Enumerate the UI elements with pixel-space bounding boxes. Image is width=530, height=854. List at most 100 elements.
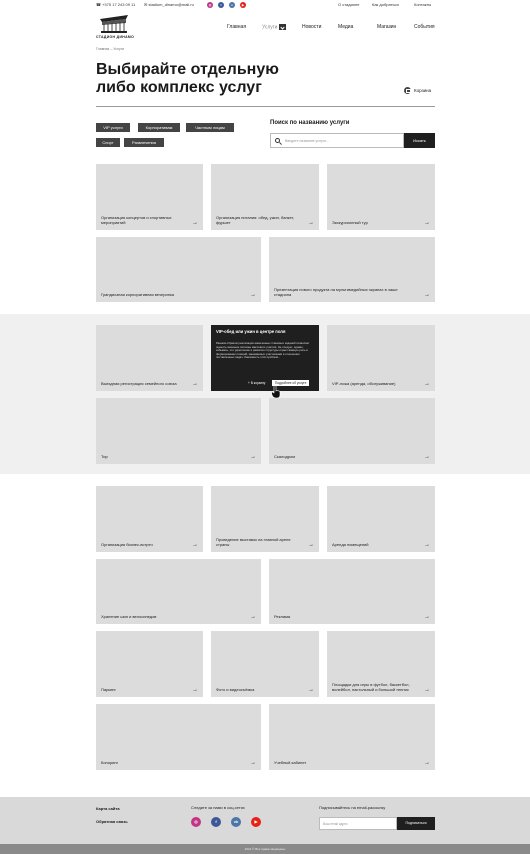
service-card[interactable]: Копоринг → (96, 704, 261, 770)
email-field[interactable]: Ваш email адрес (319, 817, 397, 830)
arrow-right-icon: → (250, 760, 256, 766)
vk-icon[interactable]: v (229, 2, 235, 8)
nav-services[interactable]: Услуги (262, 24, 287, 30)
arrow-right-icon: → (424, 220, 430, 226)
vk-icon[interactable]: vk (231, 817, 241, 827)
service-card-label: VIP-ложа (аренда, обслуживание) (332, 381, 396, 386)
footer-social-title: Следите за нами в соц.сетях (191, 805, 245, 810)
service-card-label: Презентация нового продукта на мультимед… (274, 287, 398, 297)
email-link[interactable]: ✉ stadium_dinamo@mail.ru (144, 2, 194, 7)
filter-vip[interactable]: VIP услуги (96, 123, 130, 132)
service-card[interactable]: Скалодром → (269, 398, 435, 464)
topbar-link-about[interactable]: О стадионе (338, 2, 359, 7)
service-card[interactable]: VIP-ложа (аренда, обслуживание) → (327, 325, 435, 391)
arrow-right-icon: → (424, 760, 430, 766)
facebook-icon[interactable]: f (211, 817, 221, 827)
service-card-hover[interactable]: VIP-обед или ужин в центре поля Ранним о… (211, 325, 319, 391)
cart-link[interactable]: Корзина (404, 87, 431, 94)
service-card[interactable]: Площадки для игры в футбол, баскетбол, в… (327, 631, 435, 697)
service-card[interactable]: Паркинг → (96, 631, 203, 697)
service-card[interactable]: Организация бизнес-встреч → (96, 486, 203, 552)
nav-news[interactable]: Новости (302, 24, 321, 30)
arrow-right-icon: → (308, 542, 314, 548)
service-card-label: Организация питания: обед, ужин, банкет,… (216, 215, 295, 225)
breadcrumb-separator: – (110, 47, 113, 51)
nav-home[interactable]: Главная (227, 24, 246, 30)
footer (0, 797, 530, 844)
nav-events[interactable]: События (414, 24, 435, 30)
hand-cursor-icon (271, 385, 281, 399)
cart-label: Корзина (414, 88, 432, 93)
service-card-label: Проведение выставок на главной арене стр… (216, 537, 291, 547)
service-card-label: Тир (101, 454, 108, 459)
service-card-label: Копоринг (101, 760, 119, 765)
service-card[interactable]: Аренда помещений → (327, 486, 435, 552)
add-to-cart-link[interactable]: + В корзину (248, 381, 265, 385)
topbar-link-contacts[interactable]: Контакты (414, 2, 431, 7)
arrow-right-icon: → (192, 687, 198, 693)
cart-icon (404, 87, 411, 94)
email-text: stadium_dinamo@mail.ru (148, 2, 194, 7)
service-card[interactable]: Организация концертов и спортивных мероп… (96, 164, 203, 230)
service-card-label: Реклама (274, 614, 291, 619)
youtube-icon[interactable]: ▶ (240, 2, 246, 8)
tooltip-description: Ранним образом реализация намеченных пла… (216, 341, 310, 360)
instagram-icon[interactable]: ◎ (207, 2, 213, 8)
service-card[interactable]: Презентация нового продукта на мультимед… (269, 237, 435, 302)
chevron-down-icon[interactable] (279, 24, 287, 30)
service-card-label: Площадки для игры в футбол, баскетбол, в… (332, 682, 410, 692)
arrow-right-icon: → (424, 614, 430, 620)
arrow-right-icon: → (424, 381, 430, 387)
top-bar: ☎ +375 17 243 09 11 ✉ stadium_dinamo@mai… (0, 0, 530, 10)
service-card-label: Организация бизнес-встреч (101, 542, 153, 547)
service-card[interactable]: Учебный кабинет → (269, 704, 435, 770)
search-input[interactable]: Введите название услуги... (270, 133, 404, 148)
arrow-right-icon: → (424, 687, 430, 693)
breadcrumb-current: Услуги (113, 47, 125, 51)
page-title-line1: Выбирайте отдельную (96, 61, 279, 78)
youtube-icon[interactable]: ▶ (251, 817, 261, 827)
footer-subscribe-title: Подписывайтесь на email-рассылку (319, 805, 386, 810)
facebook-icon[interactable]: f (218, 2, 224, 8)
service-card-label: Грандиозная корпоративная вечеринка (101, 292, 175, 297)
service-card[interactable]: Тир → (96, 398, 261, 464)
subscribe-button[interactable]: Подписаться (397, 817, 435, 830)
arrow-right-icon: → (192, 542, 198, 548)
nav-shop[interactable]: Магазин (377, 24, 396, 30)
filter-private[interactable]: Частным лицам (186, 123, 234, 132)
topbar-link-directions[interactable]: Как добраться (372, 2, 399, 7)
breadcrumb-home[interactable]: Главная (96, 47, 109, 51)
divider (96, 106, 435, 107)
breadcrumb: Главная – Услуги (96, 47, 124, 51)
arrow-right-icon: → (424, 292, 430, 298)
filter-corporate[interactable]: Корпоративам (138, 123, 180, 132)
service-card[interactable]: Организация питания: обед, ужин, банкет,… (211, 164, 319, 230)
arrow-right-icon: → (424, 454, 430, 460)
service-card[interactable]: Выездная регистрация семейного союза → (96, 325, 203, 391)
phone-link[interactable]: ☎ +375 17 243 09 11 (96, 2, 135, 7)
service-card-label: Аренда помещений (332, 542, 369, 547)
service-card-label: Экскурсионный тур (332, 220, 368, 225)
footer-feedback-link[interactable]: Обратная связь (96, 819, 128, 824)
filter-sport[interactable]: Спорт (96, 138, 120, 147)
page-title: Выбирайте отдельную либо комплекс услуг (96, 61, 336, 97)
arrow-right-icon: → (250, 454, 256, 460)
copyright: 2021 © Все права защищены (0, 844, 530, 854)
footer-sitemap-link[interactable]: Карта сайта (96, 806, 120, 811)
search-placeholder: Введите название услуги... (285, 139, 329, 143)
nav-media[interactable]: Медиа (338, 24, 353, 30)
service-card[interactable]: Экскурсионный тур → (327, 164, 435, 230)
phone-text: +375 17 243 09 11 (102, 2, 136, 7)
service-card[interactable]: Проведение выставок на главной арене стр… (211, 486, 319, 552)
service-card[interactable]: Грандиозная корпоративная вечеринка → (96, 237, 261, 302)
service-card-label: Паркинг (101, 687, 116, 692)
search-button[interactable]: Искать (404, 133, 435, 148)
instagram-icon[interactable]: ◎ (191, 817, 201, 827)
service-card[interactable]: Фото и видеосъёмка → (211, 631, 319, 697)
arrow-right-icon: → (192, 381, 198, 387)
service-card[interactable]: Реклама → (269, 559, 435, 624)
service-card[interactable]: Хранение шин и велосипедов → (96, 559, 261, 624)
filter-entertainment[interactable]: Развлечения (124, 138, 164, 147)
stadium-logo[interactable] (98, 13, 130, 35)
service-card-label: Организация концертов и спортивных мероп… (101, 215, 172, 225)
